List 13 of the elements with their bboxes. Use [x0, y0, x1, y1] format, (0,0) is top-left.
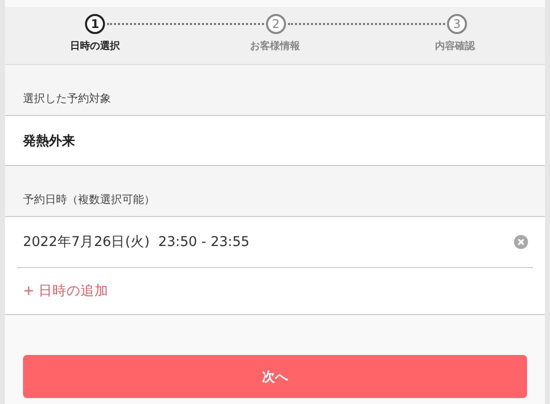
datetime-entry: 2022年7月26日(火) 23:50 - 23:55	[23, 233, 250, 251]
step-number: 1	[85, 14, 105, 34]
step-label: 日時の選択	[70, 40, 120, 53]
step-label: 内容確認	[435, 39, 475, 53]
target-name: 発熱外来	[23, 132, 75, 150]
step-number: 2	[266, 14, 286, 34]
section-heading: 選択した予約対象	[23, 91, 111, 106]
step-label: お客様情報	[250, 39, 300, 53]
next-button[interactable]: 次へ	[23, 355, 527, 398]
section-heading: 予約日時（複数選択可能）	[23, 192, 155, 207]
step-number: 3	[447, 14, 467, 34]
clear-icon[interactable]	[514, 235, 528, 249]
add-datetime-link[interactable]: + 日時の追加	[23, 282, 109, 300]
